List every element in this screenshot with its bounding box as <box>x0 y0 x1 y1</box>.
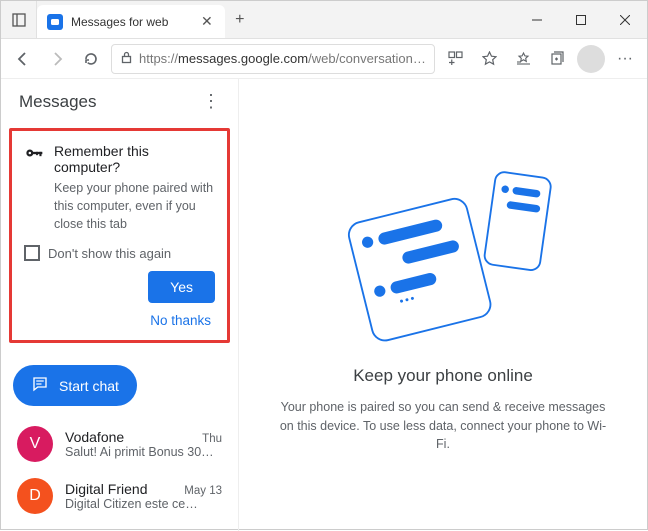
conversation-time: May 13 <box>184 485 222 497</box>
empty-state-body: Your phone is paired so you can send & r… <box>273 398 613 454</box>
tab-title: Messages for web <box>71 15 191 29</box>
window-controls <box>515 1 647 38</box>
url-text: https://messages.google.com/web/conversa… <box>139 51 426 66</box>
maximize-button[interactable] <box>559 1 603 38</box>
tab-favicon-icon <box>47 14 63 30</box>
back-button[interactable] <box>9 45 37 73</box>
conversation-avatar: D <box>17 478 53 514</box>
close-window-button[interactable] <box>603 1 647 38</box>
conversation-item[interactable]: D Digital Friend May 13Digital Citizen est… <box>1 470 238 522</box>
sidebar: Messages ⋮ Remember this computer? Keep … <box>1 79 239 531</box>
yes-button[interactable]: Yes <box>148 271 215 303</box>
tab-actions-icon[interactable] <box>1 1 37 38</box>
prompt-body: Keep your phone paired with this compute… <box>54 179 215 233</box>
key-icon <box>24 143 44 233</box>
forward-button[interactable] <box>43 45 71 73</box>
prompt-title: Remember this computer? <box>54 143 215 175</box>
dont-show-checkbox[interactable]: Don't show this again <box>24 245 215 261</box>
phone-illustration <box>303 156 583 346</box>
menu-icon[interactable]: ··· <box>611 45 639 73</box>
main-panel: Keep your phone online Your phone is pai… <box>239 79 647 531</box>
collections-icon[interactable] <box>543 45 571 73</box>
conversation-name: Vodafone <box>65 429 124 445</box>
favorites-bar-icon[interactable] <box>509 45 537 73</box>
conversation-avatar: V <box>17 426 53 462</box>
lock-icon <box>120 51 133 67</box>
conversation-preview: Digital Citizen este ce… <box>65 497 222 511</box>
tab-close-icon[interactable]: ✕ <box>199 11 215 32</box>
address-bar[interactable]: https://messages.google.com/web/conversa… <box>111 44 435 74</box>
empty-state-title: Keep your phone online <box>353 366 533 386</box>
favorite-icon[interactable] <box>475 45 503 73</box>
conversation-time: Thu <box>202 433 222 445</box>
window-titlebar: Messages for web ✕ + <box>1 1 647 39</box>
conversation-name: Digital Friend <box>65 481 147 497</box>
start-chat-icon <box>31 375 49 396</box>
new-tab-button[interactable]: + <box>225 1 255 38</box>
no-thanks-button[interactable]: No thanks <box>150 313 215 328</box>
checkbox-icon <box>24 245 40 261</box>
conversation-item[interactable]: V Vodafone ThuSalut! Ai primit Bonus 30… <box>1 418 238 470</box>
more-menu-icon[interactable]: ⋮ <box>202 91 220 112</box>
app-launcher-icon[interactable] <box>441 45 469 73</box>
url-bar: https://messages.google.com/web/conversa… <box>1 39 647 79</box>
minimize-button[interactable] <box>515 1 559 38</box>
start-chat-button[interactable]: Start chat <box>13 365 137 406</box>
app-title: Messages <box>19 92 96 112</box>
profile-avatar[interactable] <box>577 45 605 73</box>
start-chat-label: Start chat <box>59 378 119 394</box>
conversation-preview: Salut! Ai primit Bonus 30… <box>65 445 222 459</box>
remember-computer-prompt: Remember this computer? Keep your phone … <box>9 128 230 343</box>
browser-tab[interactable]: Messages for web ✕ <box>37 5 225 38</box>
refresh-button[interactable] <box>77 45 105 73</box>
